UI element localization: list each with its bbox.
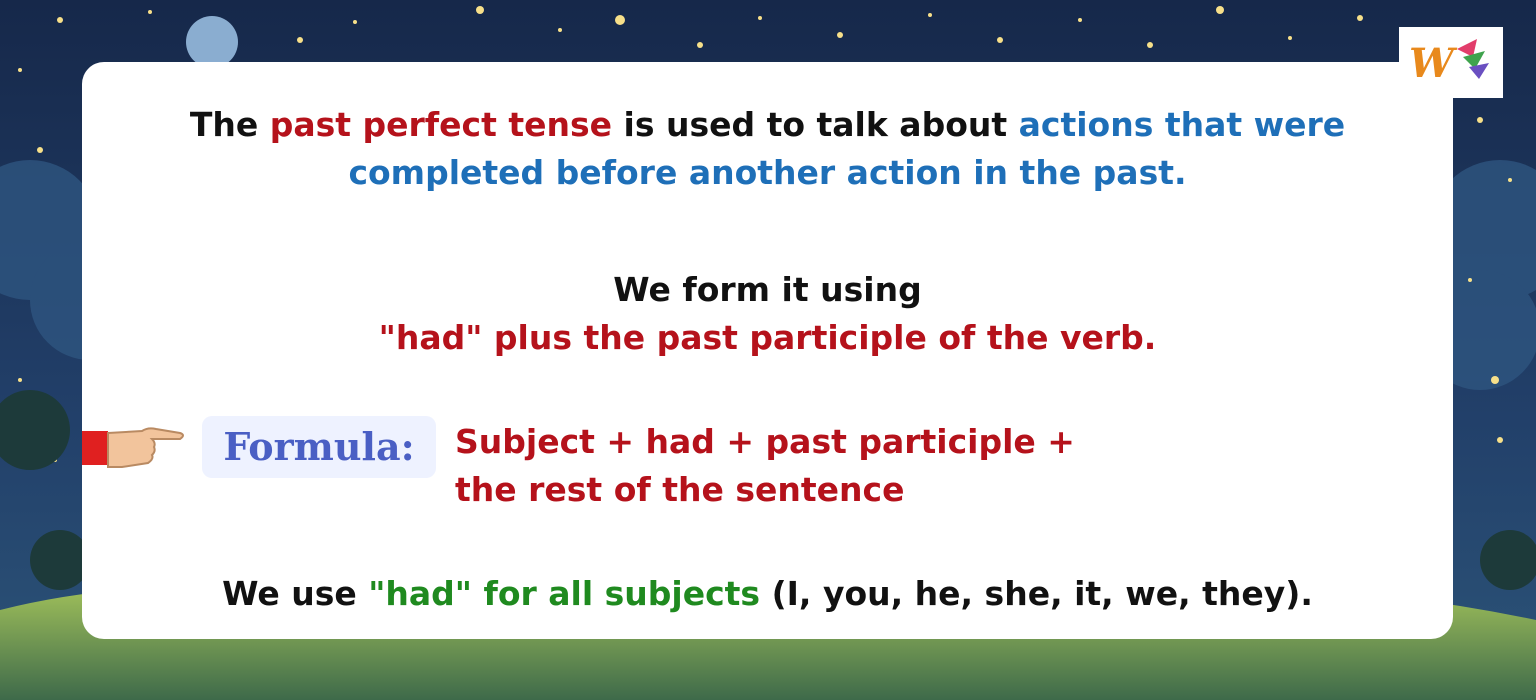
definition-line-1: The past perfect tense is used to talk a… [82, 101, 1453, 149]
moon-icon [186, 16, 238, 68]
form-intro-line: We form it using [613, 270, 922, 309]
pointing-hand-icon [82, 427, 184, 468]
svg-text:W: W [1409, 40, 1458, 87]
form-rule-line: "had" plus the past participle of the ve… [378, 318, 1157, 357]
usage-pronouns: (I, you, he, she, it, we, they). [760, 574, 1313, 613]
formula-line-1: Subject + had + past participle + [455, 422, 1075, 461]
term-past-perfect-tense: past perfect tense [269, 105, 613, 144]
brand-logo-icon: W [1399, 27, 1503, 98]
formula-badge: Formula: [202, 416, 436, 478]
definition-the: The [189, 105, 270, 144]
usage-line: We use "had" for all subjects (I, you, h… [82, 570, 1453, 618]
lesson-card: The past perfect tense is used to talk a… [82, 62, 1453, 639]
definition-middle: is used to talk about [612, 105, 1019, 144]
definition-actions: actions that were [1018, 105, 1346, 144]
formula-text: Subject + had + past participle + the re… [455, 418, 1075, 514]
formula-line-2: the rest of the sentence [455, 470, 905, 509]
usage-we-use: We use [222, 574, 369, 613]
usage-had-all-subjects: "had" for all subjects [368, 574, 761, 613]
definition-line-2: completed before another action in the p… [348, 153, 1187, 192]
